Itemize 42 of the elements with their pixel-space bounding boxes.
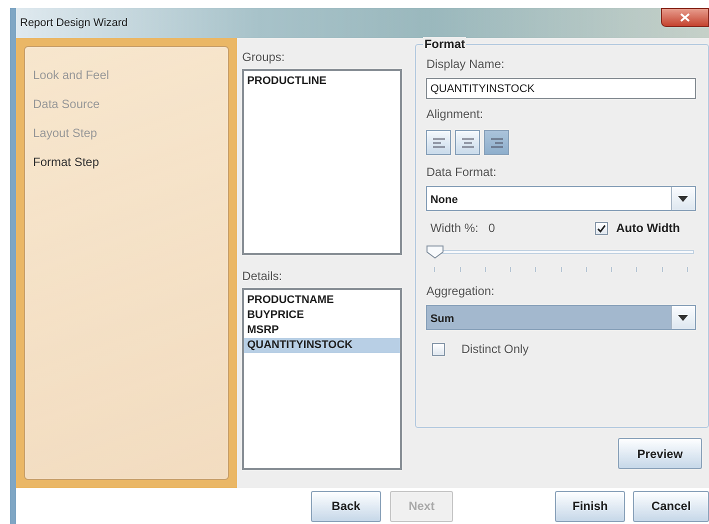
checkbox[interactable]: [432, 342, 446, 356]
list-label: Groups:: [242, 50, 286, 65]
list-item[interactable]: MSRP: [244, 323, 400, 338]
preview-button[interactable]: Preview: [618, 438, 702, 469]
align-left-button[interactable]: [426, 130, 452, 155]
checkbox-label: Distinct Only: [461, 341, 529, 358]
slider-thumb[interactable]: [426, 245, 444, 259]
caret-icon: [678, 196, 688, 202]
close-icon: [680, 12, 690, 22]
align-center-icon: [460, 136, 476, 150]
width-value: 0: [488, 220, 496, 236]
dropdown[interactable]: None: [426, 186, 696, 211]
align-right-button[interactable]: [484, 130, 510, 155]
dropdown[interactable]: Sum: [426, 305, 696, 330]
close-button[interactable]: [661, 8, 709, 27]
checkbox[interactable]: [595, 222, 608, 234]
check-icon: [597, 224, 606, 232]
list-item[interactable]: PRODUCTLINE: [244, 74, 400, 89]
wizard-button[interactable]: Cancel: [633, 490, 709, 522]
dropdown-value: None: [429, 193, 459, 208]
wizard-button[interactable]: Back: [311, 490, 381, 522]
dropdown-value: Sum: [429, 312, 456, 327]
dropdown-arrow-button[interactable]: [670, 306, 695, 329]
wizard-step[interactable]: Format Step: [33, 154, 220, 170]
display-name-field[interactable]: QUANTITYINSTOCK: [426, 78, 696, 99]
field-label: Aggregation:: [426, 284, 496, 299]
list-item[interactable]: BUYPRICE: [244, 308, 400, 323]
dropdown-arrow-button[interactable]: [670, 187, 695, 210]
align-left-icon: [430, 136, 447, 150]
align-center-button[interactable]: [455, 130, 480, 155]
list-item[interactable]: QUANTITYINSTOCK: [244, 338, 400, 353]
field-label: Data Format:: [426, 165, 498, 180]
wizard-button[interactable]: Finish: [555, 490, 626, 522]
caret-icon: [678, 314, 688, 320]
field-label: Display Name:: [426, 57, 506, 72]
field-label: Width %:: [430, 220, 478, 236]
list-item[interactable]: PRODUCTNAME: [244, 293, 400, 308]
window-title: Report Design Wizard: [20, 16, 128, 31]
align-right-icon: [488, 136, 505, 150]
list-label: Details:: [242, 269, 284, 284]
field-label: Alignment:: [426, 107, 484, 122]
checkbox-label: Auto Width: [616, 220, 680, 237]
